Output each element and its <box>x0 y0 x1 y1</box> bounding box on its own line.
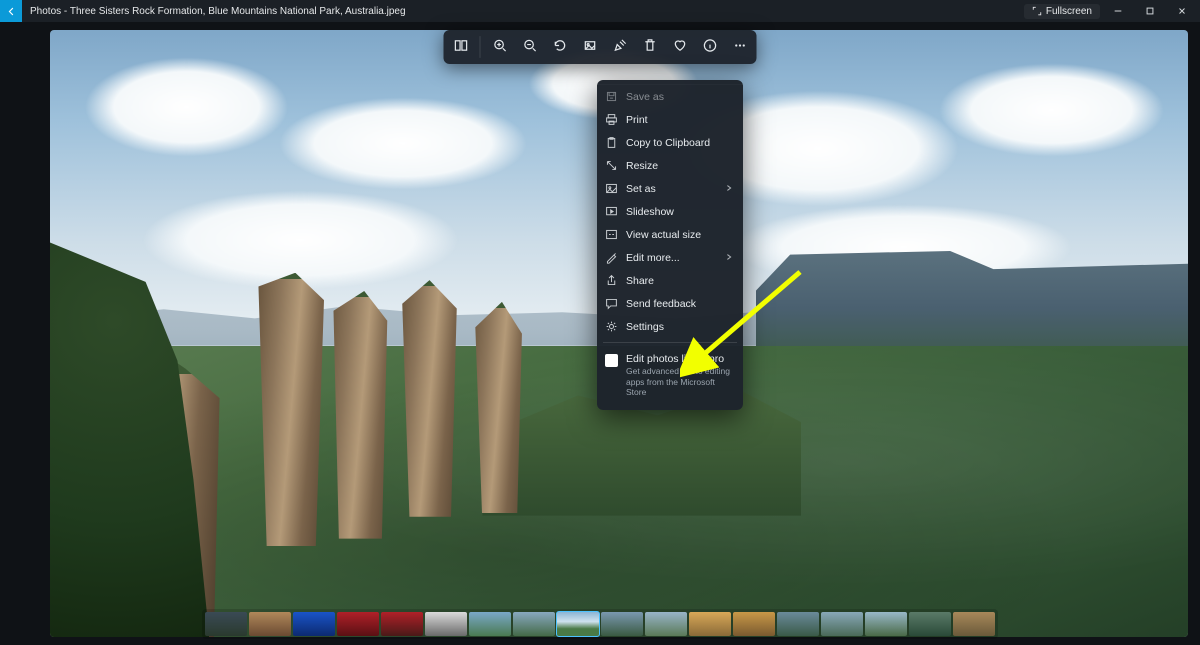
back-button[interactable] <box>0 0 22 22</box>
store-icon <box>605 354 618 367</box>
filmstrip-thumb[interactable] <box>249 612 291 636</box>
photo-viewer: Save as Print Copy to Clipboard Resize Set a… <box>0 22 1200 645</box>
menu-item-set-as[interactable]: Set as <box>597 177 743 200</box>
toolbar-separator <box>480 36 481 58</box>
titlebar: Photos - Three Sisters Rock Formation, B… <box>0 0 1200 22</box>
filmstrip-thumb[interactable] <box>821 612 863 636</box>
filmstrip-thumb[interactable] <box>293 612 335 636</box>
crop-button[interactable] <box>579 34 601 56</box>
settings-icon <box>605 320 618 333</box>
resize-icon <box>605 159 618 172</box>
menu-item-label: Resize <box>626 160 733 172</box>
save-icon <box>605 90 618 103</box>
maximize-button[interactable] <box>1136 0 1164 22</box>
filmstrip-thumb[interactable] <box>689 612 731 636</box>
window-title: Photos - Three Sisters Rock Formation, B… <box>22 6 1024 17</box>
menu-item-share[interactable]: Share <box>597 269 743 292</box>
favorite-button[interactable] <box>669 34 691 56</box>
info-button[interactable] <box>699 34 721 56</box>
menu-item-label: Copy to Clipboard <box>626 137 733 149</box>
filmstrip-thumb[interactable] <box>777 612 819 636</box>
actualsize-icon <box>605 228 618 241</box>
slideshow-icon <box>605 205 618 218</box>
zoom-in-button[interactable] <box>489 34 511 56</box>
menu-item-label: View actual size <box>626 229 733 241</box>
minimize-button[interactable] <box>1104 0 1132 22</box>
compare-button[interactable] <box>450 34 472 56</box>
filmstrip-thumb[interactable] <box>645 612 687 636</box>
menu-item-label: Share <box>626 275 733 287</box>
filmstrip-thumb[interactable] <box>205 612 247 636</box>
menu-item-slideshow[interactable]: Slideshow <box>597 200 743 223</box>
share-icon <box>605 274 618 287</box>
fullscreen-label: Fullscreen <box>1046 6 1092 17</box>
image-icon <box>605 182 618 195</box>
menu-item-resize[interactable]: Resize <box>597 154 743 177</box>
filmstrip-thumb[interactable] <box>337 612 379 636</box>
filmstrip-thumb[interactable] <box>601 612 643 636</box>
more-menu: Save as Print Copy to Clipboard Resize Set a… <box>597 80 743 410</box>
menu-item-send-feedback[interactable]: Send feedback <box>597 292 743 315</box>
promo-subtitle: Get advanced photo editing apps from the… <box>626 366 733 398</box>
menu-item-print[interactable]: Print <box>597 108 743 131</box>
markup-button[interactable] <box>609 34 631 56</box>
menu-item-label: Print <box>626 114 733 126</box>
filmstrip-thumb[interactable] <box>953 612 995 636</box>
menu-item-save-as[interactable]: Save as <box>597 84 743 108</box>
photo-toolbar <box>444 30 757 64</box>
menu-item-settings[interactable]: Settings <box>597 315 743 338</box>
menu-divider <box>603 342 737 343</box>
filmstrip-thumb[interactable] <box>425 612 467 636</box>
filmstrip-thumb[interactable] <box>557 612 599 636</box>
rotate-button[interactable] <box>549 34 571 56</box>
filmstrip-thumb[interactable] <box>733 612 775 636</box>
more-button[interactable] <box>729 34 751 56</box>
chevron-right-icon <box>725 183 733 195</box>
filmstrip-thumb[interactable] <box>513 612 555 636</box>
feedback-icon <box>605 297 618 310</box>
menu-item-label: Slideshow <box>626 206 733 218</box>
filmstrip <box>202 609 998 639</box>
menu-item-label: Set as <box>626 183 717 195</box>
delete-button[interactable] <box>639 34 661 56</box>
fullscreen-button[interactable]: Fullscreen <box>1024 4 1100 19</box>
chevron-right-icon <box>725 252 733 264</box>
menu-item-label: Save as <box>626 91 733 103</box>
close-button[interactable] <box>1168 0 1196 22</box>
promo-title: Edit photos like a pro <box>626 353 733 365</box>
print-icon <box>605 113 618 126</box>
menu-item-edit-more[interactable]: Edit more... <box>597 246 743 269</box>
menu-item-copy-to-clipboard[interactable]: Copy to Clipboard <box>597 131 743 154</box>
filmstrip-thumb[interactable] <box>865 612 907 636</box>
zoom-out-button[interactable] <box>519 34 541 56</box>
menu-promo-edit-pro[interactable]: Edit photos like a proGet advanced photo… <box>597 347 743 404</box>
menu-item-view-actual-size[interactable]: View actual size <box>597 223 743 246</box>
editmore-icon <box>605 251 618 264</box>
filmstrip-thumb[interactable] <box>469 612 511 636</box>
filmstrip-thumb[interactable] <box>381 612 423 636</box>
filmstrip-thumb[interactable] <box>909 612 951 636</box>
menu-item-label: Settings <box>626 321 733 333</box>
menu-item-label: Edit more... <box>626 252 717 264</box>
clipboard-icon <box>605 136 618 149</box>
menu-item-label: Send feedback <box>626 298 733 310</box>
